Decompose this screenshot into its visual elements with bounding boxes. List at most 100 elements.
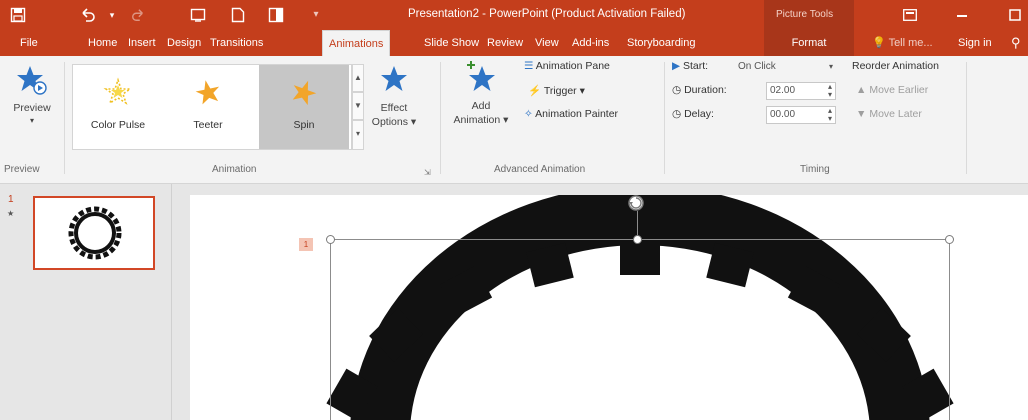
lightbulb-icon: 💡 [872, 37, 886, 49]
tell-me-box[interactable]: 💡 Tell me... [872, 30, 933, 56]
gallery-more-icon[interactable]: ▾ [352, 120, 364, 150]
tab-format[interactable]: Format [764, 30, 854, 56]
tab-file[interactable]: File [20, 30, 38, 56]
tab-add-ins[interactable]: Add-ins [572, 30, 609, 56]
start-play-icon: ▶ [672, 60, 681, 72]
share-icon[interactable]: ⚲ [1011, 30, 1021, 56]
start-row: ▶ Start: [672, 60, 708, 72]
window-title: Presentation2 - PowerPoint (Product Acti… [408, 8, 686, 20]
group-separator [440, 62, 441, 174]
save-icon[interactable] [6, 4, 30, 26]
duration-input[interactable]: 02.00 ▴ ▾ [766, 82, 836, 100]
duration-row: ◷ Duration: [672, 84, 727, 96]
redo-icon [126, 4, 150, 26]
spin-icon [292, 80, 317, 106]
trigger-button[interactable]: ⚡ Trigger ▾ [528, 84, 585, 97]
resize-handle-top-left[interactable] [326, 235, 335, 244]
animation-pane-label: Animation Pane [535, 60, 610, 72]
from-beginning-icon[interactable] [186, 4, 210, 26]
title-bar: ▾ ▾ Presentation2 - PowerPoint (Product … [0, 0, 1028, 30]
undo-icon[interactable] [76, 4, 100, 26]
animation-dialog-launcher-icon[interactable]: ⇲ [424, 168, 431, 177]
animation-pane-icon: ☰ [524, 60, 534, 72]
group-label-timing: Timing [800, 164, 830, 175]
effect-options-star-icon [381, 66, 407, 91]
ribbon-display-options-icon[interactable] [895, 4, 925, 26]
preview-dropdown-icon: ▾ [29, 116, 34, 125]
trigger-icon: ⚡ [528, 85, 542, 97]
slide-number: 1 [8, 194, 14, 205]
tell-me-text: Tell me... [888, 37, 933, 49]
group-separator [966, 62, 967, 174]
effect-options-button[interactable]: Effect Options ▾ [372, 62, 416, 152]
tab-home[interactable]: Home [88, 30, 117, 56]
animation-painter-icon: ✧ [524, 108, 533, 120]
ribbon-tab-strip: File Home Insert Design Transitions Anim… [0, 30, 1028, 56]
slide-animation-indicator-icon: ★ [7, 209, 15, 218]
animation-sequence-tag[interactable]: 1 [299, 238, 313, 251]
group-label-preview: Preview [4, 164, 40, 175]
add-animation-icon [467, 61, 495, 91]
gear-shape[interactable] [190, 195, 1028, 420]
customize-qat-icon[interactable]: ▾ [304, 4, 328, 26]
gallery-scroll-down-icon[interactable]: ▼ [352, 92, 364, 120]
sign-in-link[interactable]: Sign in [958, 30, 992, 56]
rotation-handle-icon[interactable] [626, 193, 648, 213]
slide-thumbnail-pane: 1 ★ [0, 184, 172, 420]
thumbnail-gear-icon [68, 206, 122, 260]
delay-input[interactable]: 00.00 ▴ ▾ [766, 106, 836, 124]
tab-transitions[interactable]: Transitions [210, 30, 263, 56]
tab-slide-show[interactable]: Slide Show [424, 30, 479, 56]
gallery-label-teeter: Teeter [193, 119, 223, 131]
slide-canvas[interactable] [190, 195, 1028, 420]
gallery-item-teeter[interactable]: Teeter [163, 65, 253, 149]
tab-insert[interactable]: Insert [128, 30, 156, 56]
animation-gallery: Color Pulse Teeter Spin [72, 64, 352, 150]
tab-animations[interactable]: Animations [322, 30, 391, 56]
preview-button[interactable]: Preview ▾ [4, 62, 60, 142]
group-label-advanced-animation: Advanced Animation [494, 164, 586, 175]
preview-label: Preview [13, 102, 51, 114]
add-animation-label-2: Animation ▾ [453, 114, 509, 126]
add-animation-button[interactable]: Add Animation ▾ [446, 60, 516, 152]
tab-view[interactable]: View [535, 30, 559, 56]
maximize-button[interactable] [1000, 4, 1028, 26]
delay-label: Delay: [684, 108, 714, 120]
start-select[interactable]: On Click ▾ [734, 58, 838, 76]
delay-clock-icon: ◷ [672, 108, 682, 120]
layout-icon[interactable] [264, 4, 288, 26]
duration-spinner-icon[interactable]: ▴ ▾ [828, 83, 832, 99]
trigger-label: Trigger [543, 85, 577, 97]
resize-handle-top-right[interactable] [945, 235, 954, 244]
effect-options-label-2: Options ▾ [371, 116, 417, 128]
delay-row: ◷ Delay: [672, 108, 714, 120]
powerpoint-window: ▾ ▾ Presentation2 - PowerPoint (Product … [0, 0, 1028, 420]
tab-design[interactable]: Design [167, 30, 201, 56]
context-tab-group-label: Picture Tools [776, 9, 834, 20]
minimize-button[interactable] [947, 4, 977, 26]
tab-storyboarding[interactable]: Storyboarding [627, 30, 696, 56]
gallery-item-color-pulse[interactable]: Color Pulse [73, 65, 163, 149]
clock-icon: ◷ [672, 84, 682, 96]
group-label-animation: Animation [212, 164, 257, 175]
gallery-scroll-up-icon[interactable]: ▲ [352, 64, 364, 92]
group-separator [664, 62, 665, 174]
gallery-item-spin[interactable]: Spin [259, 65, 349, 149]
move-earlier-icon: ▲ [856, 84, 867, 96]
undo-dropdown-icon[interactable]: ▾ [100, 4, 124, 26]
move-later-button[interactable]: ▼ Move Later [856, 108, 922, 120]
color-pulse-icon [103, 77, 133, 105]
resize-handle-top[interactable] [633, 235, 642, 244]
tab-review[interactable]: Review [487, 30, 523, 56]
duration-label: Duration: [684, 84, 727, 96]
slide-thumbnail[interactable] [33, 196, 155, 270]
animation-painter-label: Animation Painter [535, 108, 619, 120]
animation-painter-button[interactable]: ✧ Animation Painter [524, 108, 618, 120]
ribbon-animations: Preview ▾ Preview Color Pulse Teeter Spi… [0, 56, 1028, 184]
animation-pane-button[interactable]: ☰ Animation Pane [524, 60, 610, 72]
group-separator [64, 62, 65, 174]
new-slide-icon[interactable] [226, 4, 250, 26]
selection-border [330, 239, 331, 420]
move-earlier-button[interactable]: ▲ Move Earlier [856, 84, 928, 96]
delay-spinner-icon[interactable]: ▴ ▾ [828, 107, 832, 123]
